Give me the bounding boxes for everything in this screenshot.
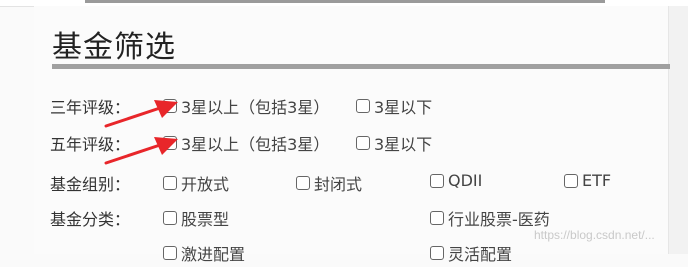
checkbox-qdii[interactable]: QDII (430, 171, 482, 190)
checkbox-box[interactable] (430, 211, 444, 225)
checkbox-box[interactable] (163, 211, 177, 225)
checkbox-box[interactable] (430, 246, 444, 260)
checkbox-box[interactable] (296, 176, 310, 190)
checkbox-label: 3星以下 (374, 98, 433, 117)
checkbox-flexible-allocation[interactable]: 灵活配置 (430, 241, 512, 265)
checkbox-label: QDII (448, 171, 483, 190)
checkbox-label: 开放式 (181, 175, 230, 194)
checkbox-closed-end[interactable]: 封闭式 (296, 171, 362, 195)
top-divider (85, 0, 605, 3)
checkbox-label: 灵活配置 (448, 245, 513, 264)
checkbox-5yr-3star-below[interactable]: 3星以下 (356, 131, 432, 155)
checkbox-3yr-3star-below[interactable]: 3星以下 (356, 94, 432, 118)
watermark-text: https://blog.csdn.net/... (534, 228, 655, 242)
checkbox-box[interactable] (163, 246, 177, 260)
page-title: 基金筛选 (52, 30, 176, 65)
row-label: 基金分类： (50, 210, 131, 229)
checkbox-box[interactable] (564, 173, 578, 188)
checkbox-equity[interactable]: 股票型 (163, 206, 229, 230)
title-underline (52, 64, 670, 69)
checkbox-box[interactable] (356, 136, 370, 150)
red-arrow-icon (104, 100, 178, 128)
checkbox-3yr-3star-above[interactable]: 3星以上（包括3星） (163, 94, 329, 118)
checkbox-aggressive-allocation[interactable]: 激进配置 (163, 241, 245, 265)
checkbox-label: 3星以上（包括3星） (181, 98, 330, 117)
checkbox-box[interactable] (430, 173, 444, 188)
checkbox-label: 激进配置 (181, 245, 246, 264)
checkbox-label: 行业股票-医药 (448, 210, 550, 229)
checkbox-box[interactable] (163, 176, 177, 190)
checkbox-label: 封闭式 (314, 175, 363, 194)
checkbox-label: 3星以上（包括3星） (181, 135, 330, 154)
red-arrow-icon (104, 137, 178, 165)
checkbox-5yr-3star-above[interactable]: 3星以上（包括3星） (163, 131, 329, 155)
checkbox-etf[interactable]: ETF (564, 171, 611, 190)
checkbox-label: 3星以下 (374, 135, 433, 154)
checkbox-label: ETF (582, 171, 612, 190)
checkbox-open-end[interactable]: 开放式 (163, 171, 229, 195)
checkbox-label: 股票型 (181, 210, 230, 229)
scrollbar-track[interactable] (668, 6, 688, 254)
row-label: 基金组别： (50, 175, 131, 194)
checkbox-sector-healthcare[interactable]: 行业股票-医药 (430, 206, 550, 230)
checkbox-box[interactable] (356, 99, 370, 113)
